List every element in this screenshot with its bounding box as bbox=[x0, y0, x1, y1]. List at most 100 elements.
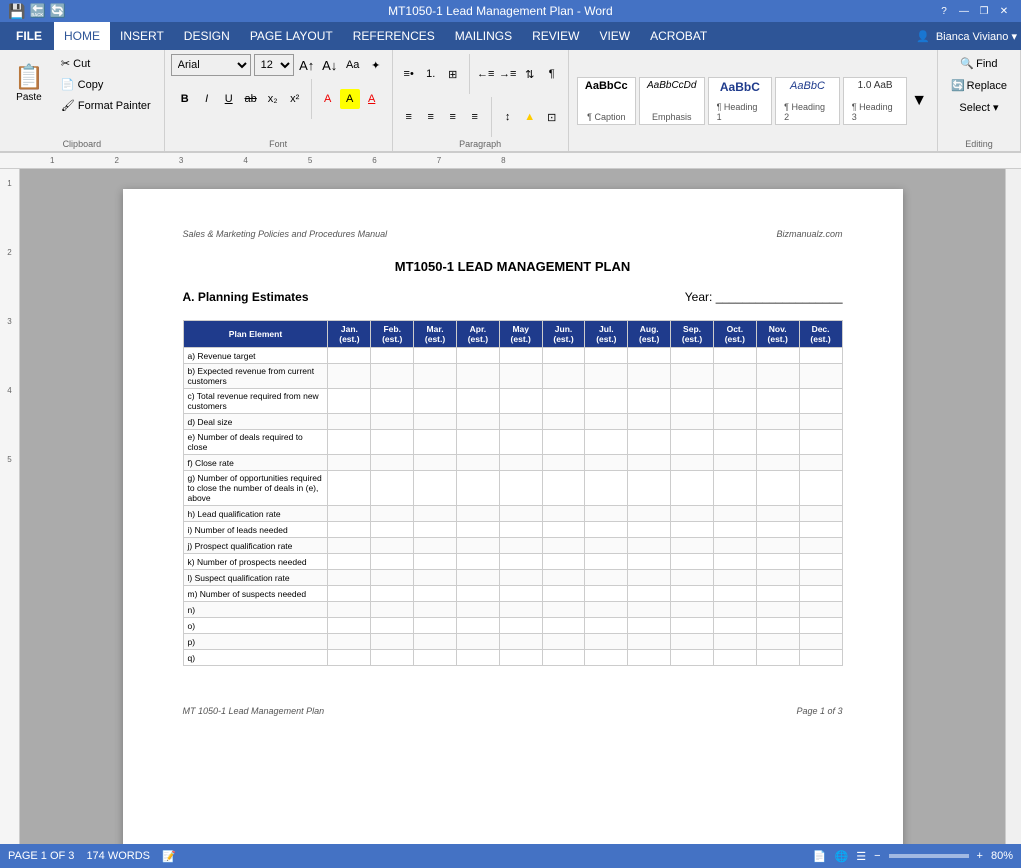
table-cell-5-6[interactable] bbox=[585, 455, 628, 471]
table-cell-0-1[interactable] bbox=[371, 348, 414, 364]
table-cell-1-0[interactable] bbox=[328, 364, 371, 389]
table-cell-4-4[interactable] bbox=[499, 430, 542, 455]
table-cell-16-3[interactable] bbox=[456, 650, 499, 666]
table-cell-6-6[interactable] bbox=[585, 471, 628, 506]
table-cell-2-3[interactable] bbox=[456, 389, 499, 414]
format-painter-button[interactable]: 🖌 Format Painter bbox=[54, 96, 158, 115]
table-cell-7-9[interactable] bbox=[713, 506, 756, 522]
borders-button[interactable]: ⊡ bbox=[542, 107, 562, 127]
table-cell-16-8[interactable] bbox=[671, 650, 714, 666]
table-cell-16-5[interactable] bbox=[542, 650, 585, 666]
table-cell-2-10[interactable] bbox=[756, 389, 799, 414]
table-cell-2-1[interactable] bbox=[371, 389, 414, 414]
table-cell-11-2[interactable] bbox=[414, 570, 457, 586]
table-cell-6-11[interactable] bbox=[799, 471, 842, 506]
table-cell-11-1[interactable] bbox=[371, 570, 414, 586]
table-cell-2-8[interactable] bbox=[671, 389, 714, 414]
table-cell-8-0[interactable] bbox=[328, 522, 371, 538]
table-cell-13-10[interactable] bbox=[756, 602, 799, 618]
table-cell-8-10[interactable] bbox=[756, 522, 799, 538]
view-print-icon[interactable]: 📄 bbox=[813, 850, 827, 863]
table-cell-16-6[interactable] bbox=[585, 650, 628, 666]
table-cell-15-9[interactable] bbox=[713, 634, 756, 650]
table-cell-3-5[interactable] bbox=[542, 414, 585, 430]
table-cell-10-11[interactable] bbox=[799, 554, 842, 570]
justify-button[interactable]: ≡ bbox=[465, 107, 485, 127]
table-cell-5-5[interactable] bbox=[542, 455, 585, 471]
table-cell-7-1[interactable] bbox=[371, 506, 414, 522]
table-cell-5-3[interactable] bbox=[456, 455, 499, 471]
table-cell-8-4[interactable] bbox=[499, 522, 542, 538]
table-cell-14-10[interactable] bbox=[756, 618, 799, 634]
table-cell-15-11[interactable] bbox=[799, 634, 842, 650]
style-heading3[interactable]: 1.0 AaB ¶ Heading 3 bbox=[843, 77, 908, 125]
table-cell-12-4[interactable] bbox=[499, 586, 542, 602]
table-cell-14-3[interactable] bbox=[456, 618, 499, 634]
table-cell-1-8[interactable] bbox=[671, 364, 714, 389]
show-hide-button[interactable]: ¶ bbox=[542, 64, 562, 84]
table-cell-7-4[interactable] bbox=[499, 506, 542, 522]
table-cell-6-5[interactable] bbox=[542, 471, 585, 506]
table-cell-15-7[interactable] bbox=[628, 634, 671, 650]
align-right-button[interactable]: ≡ bbox=[443, 107, 463, 127]
table-cell-11-7[interactable] bbox=[628, 570, 671, 586]
view-menu[interactable]: VIEW bbox=[589, 22, 640, 50]
table-cell-6-1[interactable] bbox=[371, 471, 414, 506]
table-cell-15-1[interactable] bbox=[371, 634, 414, 650]
table-cell-15-10[interactable] bbox=[756, 634, 799, 650]
zoom-in-button[interactable]: + bbox=[977, 850, 983, 862]
table-cell-12-11[interactable] bbox=[799, 586, 842, 602]
table-cell-7-11[interactable] bbox=[799, 506, 842, 522]
proofing-icon[interactable]: 📝 bbox=[162, 850, 176, 863]
file-menu[interactable]: FILE bbox=[4, 22, 54, 50]
paste-button[interactable]: 📋 Paste bbox=[6, 62, 52, 107]
copy-button[interactable]: 📄 Copy bbox=[54, 75, 158, 94]
design-menu[interactable]: DESIGN bbox=[174, 22, 240, 50]
table-cell-14-4[interactable] bbox=[499, 618, 542, 634]
table-cell-4-3[interactable] bbox=[456, 430, 499, 455]
table-cell-15-0[interactable] bbox=[328, 634, 371, 650]
superscript-button[interactable]: x² bbox=[285, 89, 305, 109]
table-cell-8-8[interactable] bbox=[671, 522, 714, 538]
table-cell-9-8[interactable] bbox=[671, 538, 714, 554]
table-cell-12-1[interactable] bbox=[371, 586, 414, 602]
table-cell-0-9[interactable] bbox=[713, 348, 756, 364]
table-cell-10-9[interactable] bbox=[713, 554, 756, 570]
table-cell-10-2[interactable] bbox=[414, 554, 457, 570]
table-cell-9-1[interactable] bbox=[371, 538, 414, 554]
table-cell-14-6[interactable] bbox=[585, 618, 628, 634]
cut-button[interactable]: ✂ Cut bbox=[54, 54, 158, 73]
table-cell-6-8[interactable] bbox=[671, 471, 714, 506]
table-cell-0-7[interactable] bbox=[628, 348, 671, 364]
table-cell-16-1[interactable] bbox=[371, 650, 414, 666]
table-cell-10-3[interactable] bbox=[456, 554, 499, 570]
table-cell-7-7[interactable] bbox=[628, 506, 671, 522]
table-cell-16-9[interactable] bbox=[713, 650, 756, 666]
view-web-icon[interactable]: 🌐 bbox=[835, 850, 849, 863]
decrease-indent-button[interactable]: ←≡ bbox=[476, 64, 496, 84]
acrobat-menu[interactable]: ACROBAT bbox=[640, 22, 717, 50]
table-cell-12-5[interactable] bbox=[542, 586, 585, 602]
pagelayout-menu[interactable]: PAGE LAYOUT bbox=[240, 22, 343, 50]
table-cell-12-2[interactable] bbox=[414, 586, 457, 602]
table-cell-13-0[interactable] bbox=[328, 602, 371, 618]
table-cell-16-0[interactable] bbox=[328, 650, 371, 666]
table-cell-7-10[interactable] bbox=[756, 506, 799, 522]
table-cell-8-11[interactable] bbox=[799, 522, 842, 538]
table-cell-1-2[interactable] bbox=[414, 364, 457, 389]
sort-button[interactable]: ⇅ bbox=[520, 64, 540, 84]
table-cell-12-9[interactable] bbox=[713, 586, 756, 602]
table-cell-4-0[interactable] bbox=[328, 430, 371, 455]
table-cell-10-1[interactable] bbox=[371, 554, 414, 570]
table-cell-7-2[interactable] bbox=[414, 506, 457, 522]
table-cell-2-6[interactable] bbox=[585, 389, 628, 414]
select-button[interactable]: Select ▾ bbox=[952, 98, 1005, 117]
close-btn[interactable]: ✕ bbox=[995, 3, 1013, 19]
table-cell-8-1[interactable] bbox=[371, 522, 414, 538]
home-menu[interactable]: HOME bbox=[54, 22, 110, 50]
highlight-button[interactable]: A bbox=[340, 89, 360, 109]
table-cell-1-4[interactable] bbox=[499, 364, 542, 389]
table-cell-9-11[interactable] bbox=[799, 538, 842, 554]
table-cell-11-11[interactable] bbox=[799, 570, 842, 586]
table-cell-3-7[interactable] bbox=[628, 414, 671, 430]
